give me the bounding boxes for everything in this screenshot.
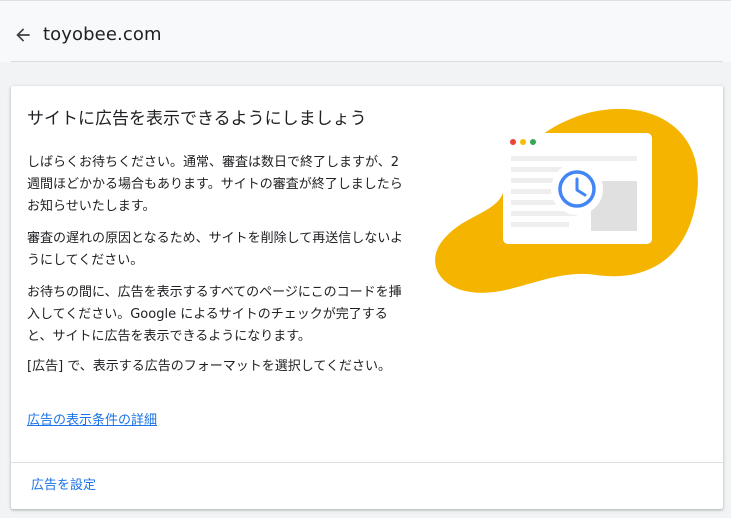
- window-dot-red: [510, 139, 516, 145]
- setup-ads-button[interactable]: 広告を設定: [23, 472, 104, 500]
- arrow-back-icon: [16, 28, 30, 42]
- top-border: [0, 0, 731, 1]
- window-dot-green: [530, 139, 536, 145]
- header-divider: [11, 61, 723, 62]
- no-resubmit-text: 審査の遅れの原因となるため、サイトを削除して再送信しないようにしてください。: [27, 231, 403, 268]
- card-title: サイトに広告を表示できるようにしましょう: [27, 109, 367, 129]
- site-review-card: サイトに広告を表示できるようにしましょう しばらくお待ちください。通常、審査は数…: [11, 86, 723, 509]
- content-line: [511, 222, 569, 227]
- content-line: [511, 156, 637, 161]
- insert-code-text: お待ちの間に、広告を表示するすべてのページにこのコードを挿入してください。Goo…: [27, 285, 402, 344]
- clock-icon: [558, 170, 596, 208]
- back-button[interactable]: [10, 22, 36, 48]
- site-review-illustration: [435, 108, 698, 293]
- site-domain-title: toyobee.com: [43, 24, 162, 45]
- top-bar: toyobee.com: [0, 0, 731, 62]
- ad-serving-details-link[interactable]: 広告の表示条件の詳細: [27, 411, 157, 431]
- review-wait-text: しばらくお待ちください。通常、審査は数日で終了しますが、2 週間ほどかかる場合も…: [27, 155, 403, 214]
- window-dot-yellow: [520, 139, 526, 145]
- ad-format-text: [広告] で、表示する広告のフォーマットを選択してください。: [27, 359, 391, 374]
- card-footer-divider: [11, 462, 723, 463]
